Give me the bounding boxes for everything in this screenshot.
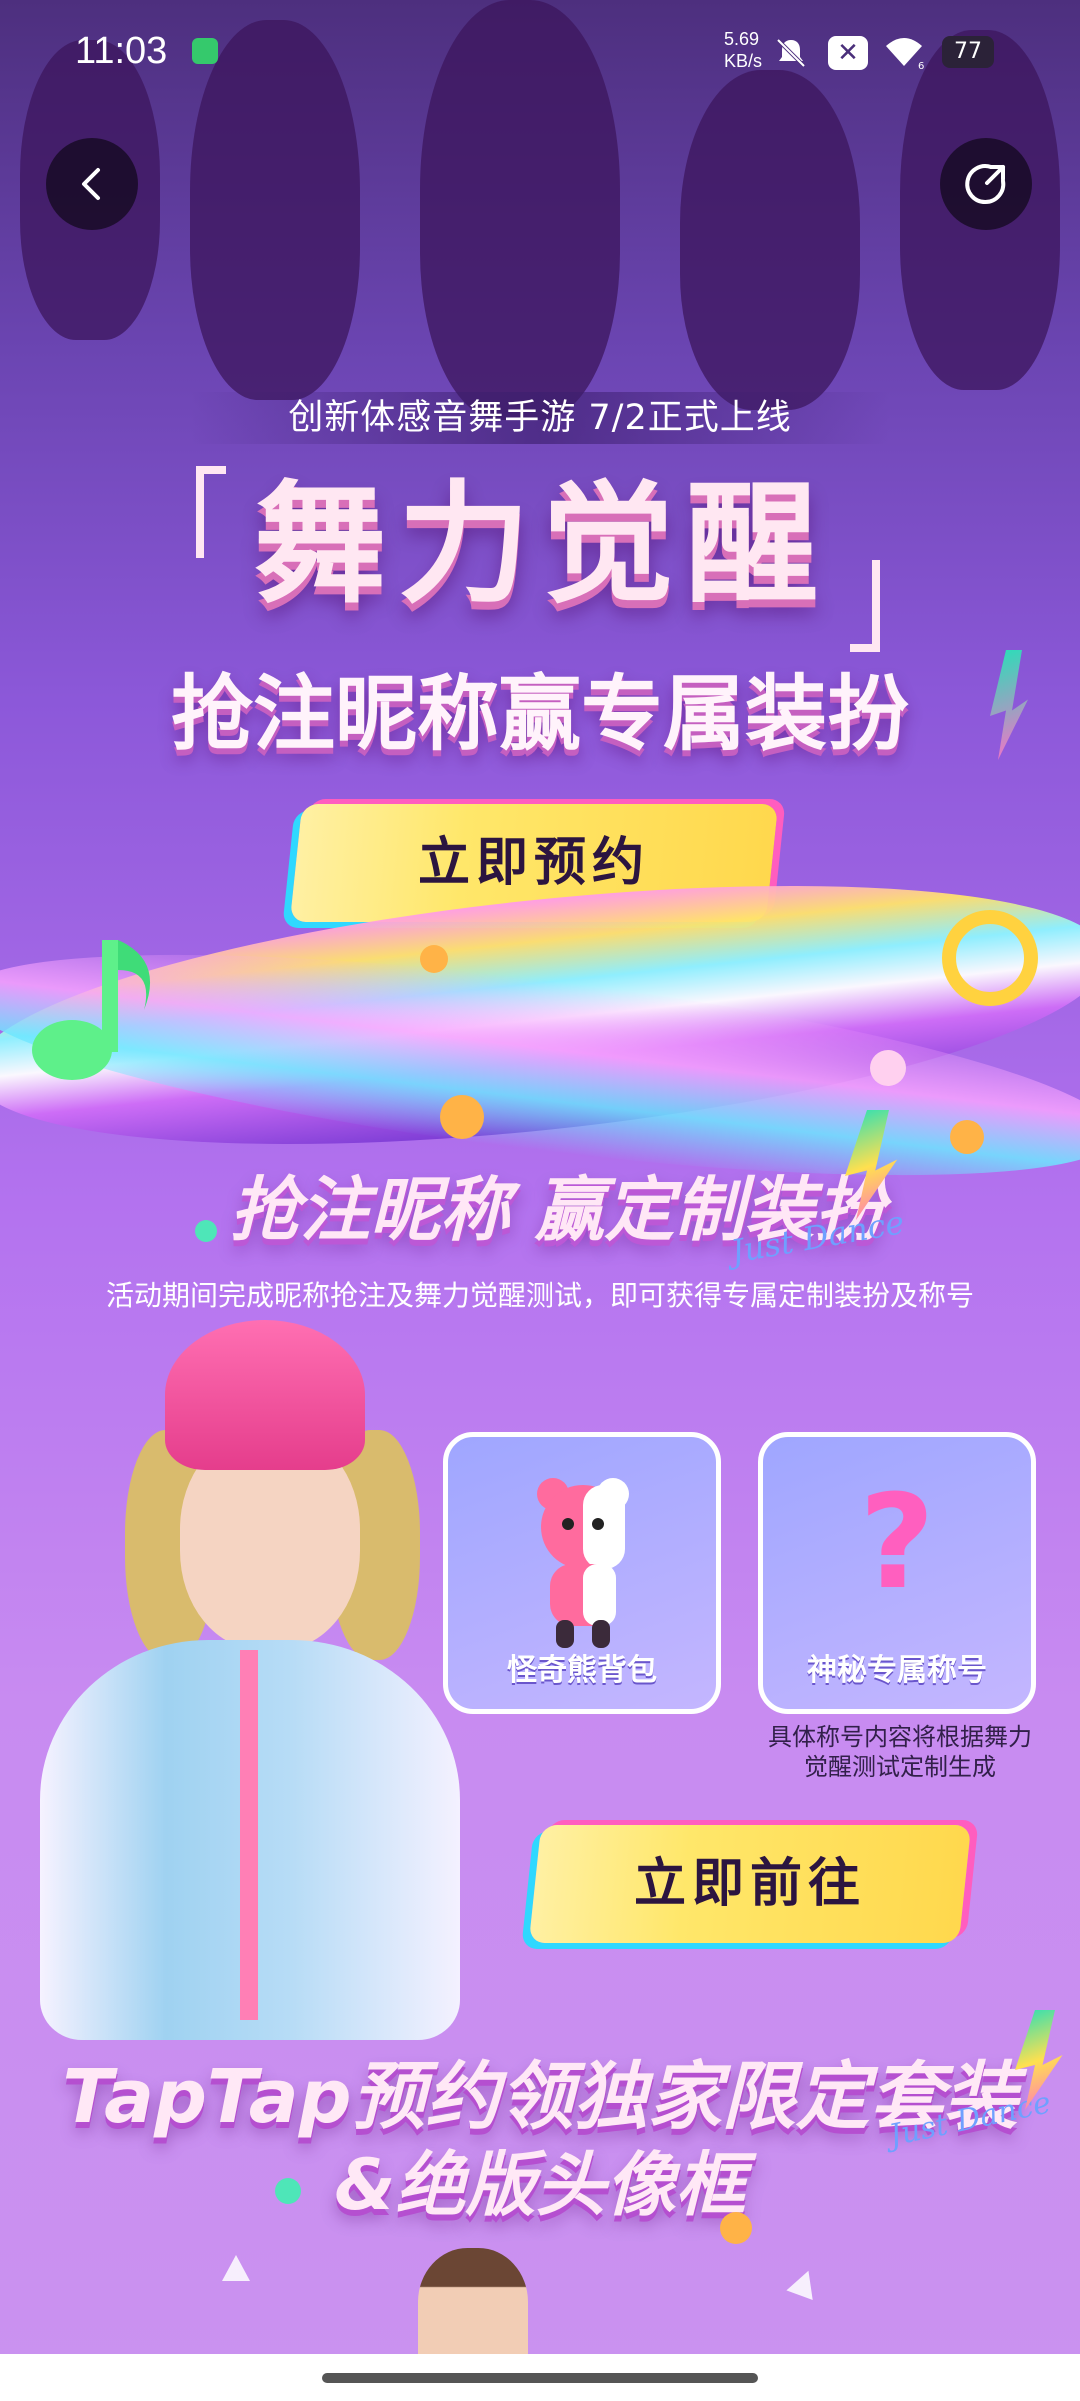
- lightning-decoration: [990, 650, 1028, 760]
- title-bracket-right: [850, 560, 880, 652]
- battery-indicator: 77: [942, 36, 994, 68]
- character-illustration: [30, 1320, 460, 2040]
- dot-decoration: [870, 1050, 906, 1086]
- reward-label: 神秘专属称号: [807, 1653, 987, 1688]
- title-generation-note: 具体称号内容将根据舞力觉醒测试定制生成: [768, 1723, 1032, 1781]
- status-bar: 11:03 5.69 KB/s ✕ 6 77: [0, 0, 1080, 110]
- close-notification-icon: ✕: [828, 36, 868, 70]
- network-speed-value: 5.69: [724, 29, 760, 49]
- go-now-button[interactable]: 立即前往: [528, 1825, 972, 1943]
- shield-icon: [192, 38, 218, 64]
- taptap-section-subtitle: &绝版头像框: [334, 2144, 746, 2226]
- dot-decoration: [195, 1220, 217, 1242]
- character-hat: [165, 1320, 365, 1470]
- character-jacket-stripe: [240, 1650, 258, 2020]
- share-button[interactable]: [940, 138, 1032, 230]
- dot-decoration: [720, 2212, 752, 2244]
- reward-card-title: ? 神秘专属称号: [758, 1432, 1036, 1714]
- dancer-silhouette: [680, 70, 860, 410]
- chevron-left-icon: [82, 168, 100, 200]
- event-description: 活动期间完成昵称抢注及舞力觉醒测试，即可获得专属定制装扮及称号: [105, 1279, 974, 1312]
- launch-tagline: 创新体感音舞手游 7/2正式上线: [190, 392, 890, 444]
- page: 11:03 5.69 KB/s ✕ 6 77 创新体感音舞手游 7/2正式上线 …: [0, 0, 1080, 2401]
- music-note-icon: [32, 940, 151, 1080]
- bell-muted-icon: [776, 38, 806, 68]
- dot-decoration: [440, 1095, 484, 1139]
- wifi-level: 6: [918, 61, 924, 70]
- network-speed: 5.69 KB/s: [724, 28, 762, 72]
- dot-decoration: [275, 2178, 301, 2204]
- back-button[interactable]: [46, 138, 138, 230]
- game-title: 舞力觉醒: [254, 468, 830, 622]
- question-mark-icon: ?: [859, 1466, 935, 1618]
- triangle-decoration: [222, 2255, 250, 2281]
- hero-slogan: 抢注昵称赢专属装扮: [170, 667, 909, 762]
- reward-label: 怪奇熊背包: [507, 1653, 657, 1688]
- dot-decoration: [420, 945, 448, 973]
- triangle-decoration: [786, 2265, 822, 2301]
- avatar-character-preview: [418, 2248, 528, 2368]
- dot-decoration: [950, 1120, 984, 1154]
- bear-backpack-icon: [537, 1478, 629, 1648]
- go-now-label: 立即前往: [633, 1854, 866, 1914]
- wifi-icon: 6: [886, 38, 924, 70]
- reward-card-backpack: 怪奇熊背包: [443, 1432, 721, 1714]
- home-indicator[interactable]: [322, 2373, 758, 2383]
- network-speed-unit: KB/s: [724, 51, 763, 71]
- flower-decoration: [942, 910, 1038, 1006]
- share-icon: [965, 164, 1006, 205]
- status-time: 11:03: [75, 30, 168, 72]
